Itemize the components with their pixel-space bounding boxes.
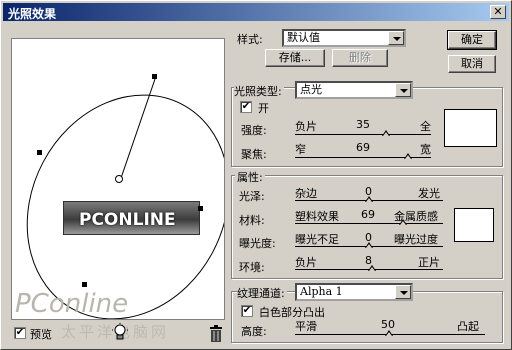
style-select[interactable]: 默认值 (282, 29, 406, 47)
lightbulb-icon[interactable] (111, 323, 129, 343)
cancel-button[interactable]: 取消 (448, 55, 496, 73)
handle-right (198, 206, 203, 211)
height-min: 平滑 (295, 320, 317, 333)
light-on-label: 开 (258, 102, 269, 115)
ok-button[interactable]: 确定 (447, 30, 497, 50)
focus-label: 聚焦: (241, 148, 267, 161)
exposure-min: 曝光不足 (295, 233, 339, 246)
focus-value: 69 (356, 141, 370, 154)
style-value: 默认值 (287, 31, 320, 44)
ambience-label: 环境: (239, 261, 265, 274)
light-type-label: 光照类型: (234, 83, 284, 99)
texture-channel-select[interactable]: Alpha 1 (295, 283, 413, 301)
handle-top (152, 74, 157, 79)
save-button[interactable]: 存储... (265, 49, 325, 67)
intensity-min: 负片 (295, 120, 317, 133)
title-bar: 光照效果 ✕ (3, 3, 509, 21)
preview-area[interactable]: PCONLINE (11, 38, 225, 320)
intensity-label: 强度: (241, 124, 267, 137)
material-slider-thumb[interactable] (399, 219, 407, 225)
exposure-slider-thumb[interactable] (365, 242, 373, 248)
ambient-color-swatch[interactable] (454, 208, 494, 242)
texture-channel-label: 纹理通道: (237, 285, 287, 301)
trash-icon[interactable] (208, 325, 224, 343)
gloss-min: 杂边 (295, 187, 317, 200)
delete-button[interactable]: 删除 (332, 49, 388, 67)
height-max: 凸起 (457, 320, 479, 333)
window-title: 光照效果 (8, 7, 57, 21)
white-high-checkbox[interactable]: ✔ (241, 305, 253, 317)
height-label: 高度: (241, 325, 267, 338)
light-on-checkbox[interactable]: ✔ (240, 101, 252, 113)
style-label: 样式: (237, 33, 263, 46)
ambience-slider-thumb[interactable] (368, 265, 376, 271)
chevron-down-icon[interactable] (388, 31, 404, 45)
intensity-value: 35 (356, 118, 370, 131)
gloss-label: 光泽: (239, 190, 265, 203)
exposure-label: 曝光度: (239, 237, 276, 250)
watermark-brand: PConline (15, 289, 129, 319)
light-color-swatch[interactable] (444, 109, 497, 147)
intensity-max: 全 (420, 120, 431, 133)
handle-bottom (82, 282, 87, 287)
material-slider-track[interactable] (295, 223, 443, 224)
close-button[interactable]: ✕ (490, 5, 506, 19)
focus-max: 宽 (420, 143, 431, 156)
light-handles[interactable] (12, 39, 224, 319)
light-type-value: 点光 (300, 83, 322, 96)
light-center-handle (115, 175, 123, 183)
lighting-effects-dialog: 光照效果 ✕ PCONLINE PConline 太平洋电脑网 ✔ 预览 (0, 0, 512, 350)
chevron-down-icon[interactable] (395, 285, 411, 299)
gloss-slider-thumb[interactable] (365, 196, 373, 202)
material-label: 材料: (239, 214, 265, 227)
intensity-slider-track[interactable] (295, 134, 431, 135)
preview-checkbox[interactable]: ✔ (14, 327, 26, 339)
handle-left (37, 150, 42, 155)
material-value: 69 (361, 208, 375, 221)
chevron-down-icon[interactable] (395, 83, 411, 97)
gloss-max: 发光 (418, 187, 440, 200)
texture-channel-value: Alpha 1 (300, 285, 343, 298)
material-min: 塑料效果 (295, 210, 339, 223)
ambience-min: 负片 (295, 256, 317, 269)
intensity-slider-thumb[interactable] (382, 130, 390, 136)
light-type-select[interactable]: 点光 (295, 81, 413, 99)
focus-slider-thumb[interactable] (404, 153, 412, 159)
properties-label: 属性: (235, 169, 265, 185)
focus-min: 窄 (295, 143, 306, 156)
ambience-max: 正片 (418, 256, 440, 269)
exposure-max: 曝光过度 (394, 233, 438, 246)
preview-label: 预览 (30, 328, 52, 341)
height-slider-thumb[interactable] (385, 330, 393, 336)
